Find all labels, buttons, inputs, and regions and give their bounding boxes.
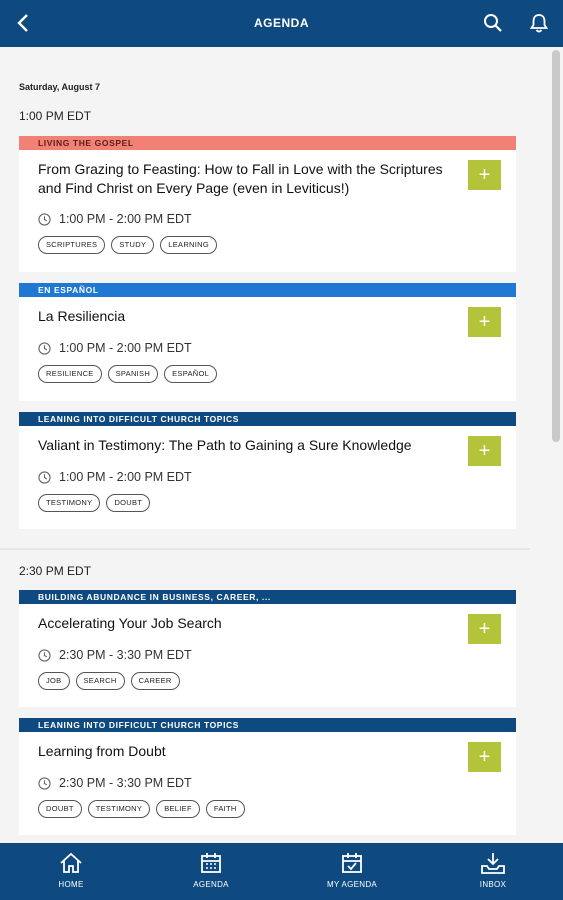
tag-list: SCRIPTURES STUDY LEARNING [38, 236, 218, 254]
session-category: LIVING THE GOSPEL [19, 136, 516, 150]
session-category: LEANING INTO DIFFICULT CHURCH TOPICS [19, 718, 516, 732]
home-icon [60, 852, 82, 873]
tag-list: TESTIMONY DOUBT [38, 494, 151, 512]
tag-list: JOB SEARCH CAREER [38, 672, 180, 690]
session-time: 2:30 PM - 3:30 PM EDT [38, 776, 192, 790]
tag[interactable]: SEARCH [75, 672, 125, 690]
session-title: La Resiliencia [38, 308, 126, 324]
nav-label: INBOX [479, 880, 507, 889]
session-title: Learning from Doubt [38, 743, 166, 759]
tag-list: RESILIENCE SPANISH ESPAÑOL [38, 365, 218, 383]
clock-icon [38, 470, 51, 484]
session-category: LEANING INTO DIFFICULT CHURCH TOPICS [19, 412, 516, 426]
session-card[interactable]: BUILDING ABUNDANCE IN BUSINESS, CAREER, … [19, 590, 516, 707]
nav-label: HOME [58, 880, 84, 889]
scrollbar-thumb[interactable] [552, 50, 560, 442]
session-category: BUILDING ABUNDANCE IN BUSINESS, CAREER, … [19, 590, 516, 604]
nav-inbox[interactable]: INBOX [448, 843, 538, 900]
session-time: 1:00 PM - 2:00 PM EDT [38, 341, 192, 355]
session-time-text: 1:00 PM - 2:00 PM EDT [59, 470, 192, 484]
date-label: Saturday, August 7 [19, 82, 101, 92]
session-time-text: 1:00 PM - 2:00 PM EDT [59, 212, 192, 226]
tag[interactable]: ESPAÑOL [164, 365, 218, 383]
session-time-text: 2:30 PM - 3:30 PM EDT [59, 648, 192, 662]
clock-icon [38, 648, 51, 662]
add-to-agenda-button[interactable]: + [468, 307, 501, 337]
calendar-check-icon [342, 853, 362, 873]
session-time-text: 1:00 PM - 2:00 PM EDT [59, 341, 192, 355]
session-card[interactable]: LIVING THE GOSPEL From Grazing to Feasti… [19, 136, 516, 272]
tag[interactable]: TESTIMONY [87, 800, 151, 818]
session-time: 1:00 PM - 2:00 PM EDT [38, 470, 192, 484]
tag[interactable]: RESILIENCE [38, 365, 102, 383]
bell-icon[interactable] [526, 10, 552, 36]
add-to-agenda-button[interactable]: + [468, 436, 501, 466]
section-divider [0, 548, 530, 550]
page-title: AGENDA [253, 16, 309, 30]
session-time: 2:30 PM - 3:30 PM EDT [38, 648, 192, 662]
session-card[interactable]: LEANING INTO DIFFICULT CHURCH TOPICS Lea… [19, 718, 516, 835]
tag[interactable]: FAITH [205, 800, 245, 818]
tag[interactable]: STUDY [111, 236, 155, 254]
nav-my-agenda[interactable]: MY AGENDA [307, 843, 397, 900]
clock-icon [38, 341, 51, 355]
tag[interactable]: CAREER [130, 672, 180, 690]
tag[interactable]: SPANISH [107, 365, 159, 383]
session-card[interactable]: EN ESPAÑOL La Resiliencia + 1:00 PM - 2:… [19, 283, 516, 401]
add-to-agenda-button[interactable]: + [468, 160, 501, 190]
calendar-icon [201, 853, 221, 873]
tag[interactable]: BELIEF [156, 800, 200, 818]
bottom-navigation: HOME AGENDA MY AGENDA INBOX [0, 843, 563, 900]
agenda-list[interactable]: Saturday, August 7 1:00 PM EDT LIVING TH… [0, 47, 530, 843]
session-title: Accelerating Your Job Search [38, 615, 222, 631]
inbox-icon [481, 853, 505, 874]
tag-list: DOUBT TESTIMONY BELIEF FAITH [38, 800, 245, 818]
nav-agenda[interactable]: AGENDA [166, 843, 256, 900]
tag[interactable]: DOUBT [106, 494, 151, 512]
add-to-agenda-button[interactable]: + [468, 742, 501, 772]
tag[interactable]: SCRIPTURES [38, 236, 106, 254]
tag[interactable]: JOB [38, 672, 70, 690]
tag[interactable]: DOUBT [38, 800, 82, 818]
time-heading: 2:30 PM EDT [19, 564, 92, 578]
top-app-bar: AGENDA [0, 0, 563, 47]
session-time-text: 2:30 PM - 3:30 PM EDT [59, 776, 192, 790]
tag[interactable]: TESTIMONY [38, 494, 101, 512]
session-card[interactable]: LEANING INTO DIFFICULT CHURCH TOPICS Val… [19, 412, 516, 529]
nav-label: AGENDA [193, 880, 229, 889]
time-heading: 1:00 PM EDT [19, 109, 92, 123]
search-icon[interactable] [480, 10, 506, 36]
session-title: Valiant in Testimony: The Path to Gainin… [38, 437, 412, 453]
session-time: 1:00 PM - 2:00 PM EDT [38, 212, 192, 226]
nav-home[interactable]: HOME [26, 843, 116, 900]
session-title: From Grazing to Feasting: How to Fall in… [38, 161, 443, 196]
add-to-agenda-button[interactable]: + [468, 614, 501, 644]
clock-icon [38, 776, 51, 790]
clock-icon [38, 212, 51, 226]
nav-label: MY AGENDA [326, 880, 378, 889]
tag[interactable]: LEARNING [160, 236, 218, 254]
session-category: EN ESPAÑOL [19, 283, 516, 297]
